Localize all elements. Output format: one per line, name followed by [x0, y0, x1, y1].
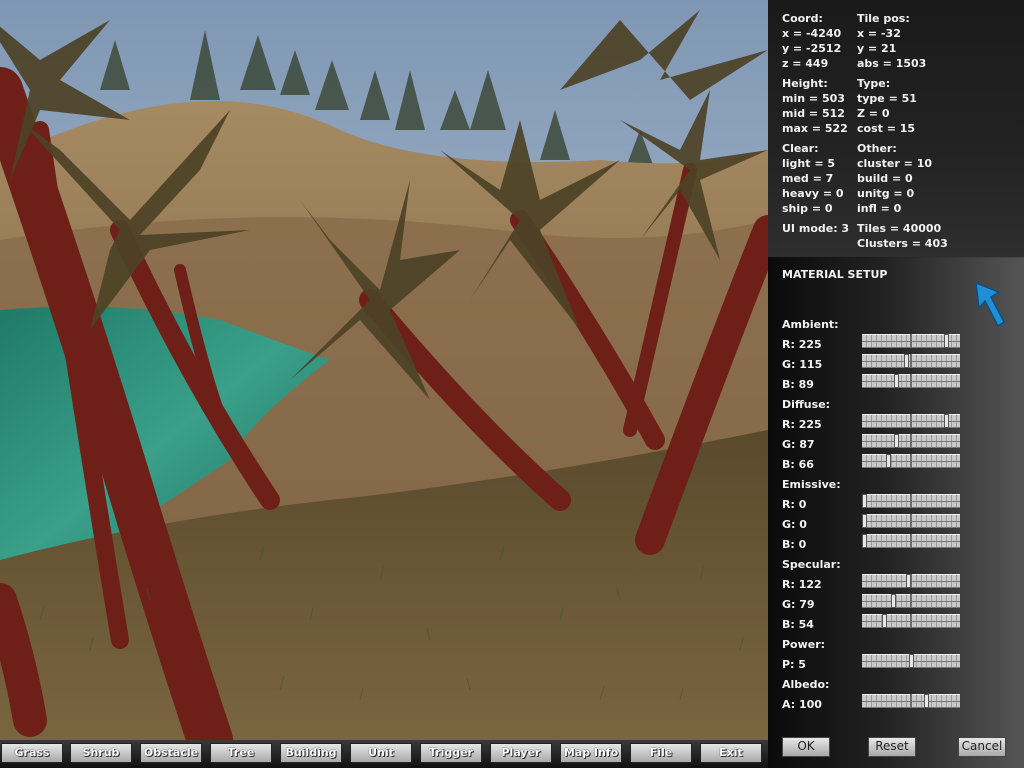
ui-mode: UI mode: 3 [782, 222, 850, 235]
ambient-g-label: G: 115 [782, 358, 823, 371]
emissive-g-slider[interactable] [862, 514, 960, 528]
power-title: Power: [782, 638, 826, 651]
diffuse-g-slider[interactable] [862, 434, 960, 448]
obstacle-button[interactable]: Obstacle [140, 743, 202, 763]
specular-g-label: G: 79 [782, 598, 815, 611]
map-info-button[interactable]: Map Info [560, 743, 622, 763]
coord-title: Coord: [782, 12, 823, 25]
coord-y: y = -2512 [782, 42, 842, 55]
other-title: Other: [857, 142, 897, 155]
shrub-button[interactable]: Shrub [70, 743, 132, 763]
clear-title: Clear: [782, 142, 819, 155]
other-build: build = 0 [857, 172, 913, 185]
player-button[interactable]: Player [490, 743, 552, 763]
tile-pos-y: y = 21 [857, 42, 897, 55]
material-setup-title: MATERIAL SETUP [782, 268, 888, 281]
ambient-r-slider[interactable] [862, 334, 960, 348]
ambient-r-label: R: 225 [782, 338, 822, 351]
unit-button[interactable]: Unit [350, 743, 412, 763]
diffuse-g-label: G: 87 [782, 438, 815, 451]
emissive-r-label: R: 0 [782, 498, 807, 511]
specular-b-slider[interactable] [862, 614, 960, 628]
ambient-b-label: B: 89 [782, 378, 814, 391]
emissive-title: Emissive: [782, 478, 841, 491]
specular-r-label: R: 122 [782, 578, 822, 591]
ok-button[interactable]: OK [782, 737, 830, 757]
specular-r-slider[interactable] [862, 574, 960, 588]
exit-button[interactable]: Exit [700, 743, 762, 763]
trigger-button[interactable]: Trigger [420, 743, 482, 763]
height-title: Height: [782, 77, 828, 90]
other-infl: infl = 0 [857, 202, 902, 215]
type-z: Z = 0 [857, 107, 890, 120]
terrain-scene [0, 0, 768, 740]
tile-info-panel: Coord: x = -4240 y = -2512 z = 449 Tile … [768, 0, 1024, 257]
height-min: min = 503 [782, 92, 845, 105]
other-cluster: cluster = 10 [857, 157, 932, 170]
specular-title: Specular: [782, 558, 841, 571]
diffuse-b-slider[interactable] [862, 454, 960, 468]
clear-med: med = 7 [782, 172, 834, 185]
tiles-count: Tiles = 40000 [857, 222, 942, 235]
type-value: type = 51 [857, 92, 917, 105]
editor-side-panel: Coord: x = -4240 y = -2512 z = 449 Tile … [768, 0, 1024, 768]
power-slider[interactable] [862, 654, 960, 668]
type-cost: cost = 15 [857, 122, 916, 135]
material-setup-panel: MATERIAL SETUP Ambient: R: 225 G: 115 B:… [768, 258, 1024, 768]
emissive-g-label: G: 0 [782, 518, 807, 531]
tile-pos-x: x = -32 [857, 27, 901, 40]
albedo-slider[interactable] [862, 694, 960, 708]
clear-light: light = 5 [782, 157, 836, 170]
grass-button[interactable]: Grass [1, 743, 63, 763]
diffuse-r-slider[interactable] [862, 414, 960, 428]
tile-pos-abs: abs = 1503 [857, 57, 927, 70]
albedo-title: Albedo: [782, 678, 830, 691]
tool-toolbar: Grass Shrub Obstacle Tree Building Unit … [0, 740, 768, 768]
clear-heavy: heavy = 0 [782, 187, 844, 200]
tile-pos-title: Tile pos: [857, 12, 910, 25]
building-button[interactable]: Building [280, 743, 342, 763]
diffuse-b-label: B: 66 [782, 458, 814, 471]
other-unitg: unitg = 0 [857, 187, 915, 200]
albedo-a-label: A: 100 [782, 698, 822, 711]
height-max: max = 522 [782, 122, 848, 135]
type-title: Type: [857, 77, 891, 90]
diffuse-title: Diffuse: [782, 398, 831, 411]
clusters-count: Clusters = 403 [857, 237, 948, 250]
coord-z: z = 449 [782, 57, 829, 70]
ambient-b-slider[interactable] [862, 374, 960, 388]
reset-button[interactable]: Reset [868, 737, 916, 757]
specular-g-slider[interactable] [862, 594, 960, 608]
terrain-viewport[interactable] [0, 0, 768, 740]
emissive-r-slider[interactable] [862, 494, 960, 508]
height-mid: mid = 512 [782, 107, 845, 120]
coord-x: x = -4240 [782, 27, 842, 40]
clear-ship: ship = 0 [782, 202, 833, 215]
cancel-button[interactable]: Cancel [958, 737, 1006, 757]
emissive-b-label: B: 0 [782, 538, 807, 551]
file-button[interactable]: File [630, 743, 692, 763]
tree-button[interactable]: Tree [210, 743, 272, 763]
ambient-title: Ambient: [782, 318, 839, 331]
specular-b-label: B: 54 [782, 618, 814, 631]
power-p-label: P: 5 [782, 658, 806, 671]
diffuse-r-label: R: 225 [782, 418, 822, 431]
ambient-g-slider[interactable] [862, 354, 960, 368]
emissive-b-slider[interactable] [862, 534, 960, 548]
arrow-cursor-icon [975, 281, 1005, 328]
